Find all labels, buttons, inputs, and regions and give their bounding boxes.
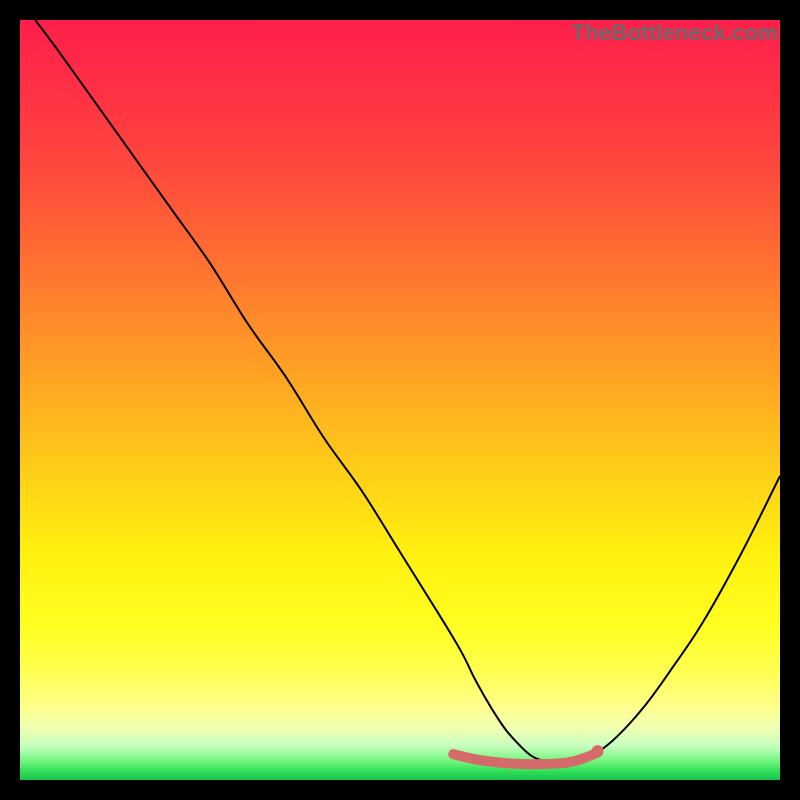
optimal-marker — [592, 745, 604, 757]
chart-frame: TheBottleneck.com — [20, 20, 780, 780]
chart-background — [20, 20, 780, 780]
bottleneck-chart — [20, 20, 780, 780]
watermark-text: TheBottleneck.com — [572, 20, 778, 46]
